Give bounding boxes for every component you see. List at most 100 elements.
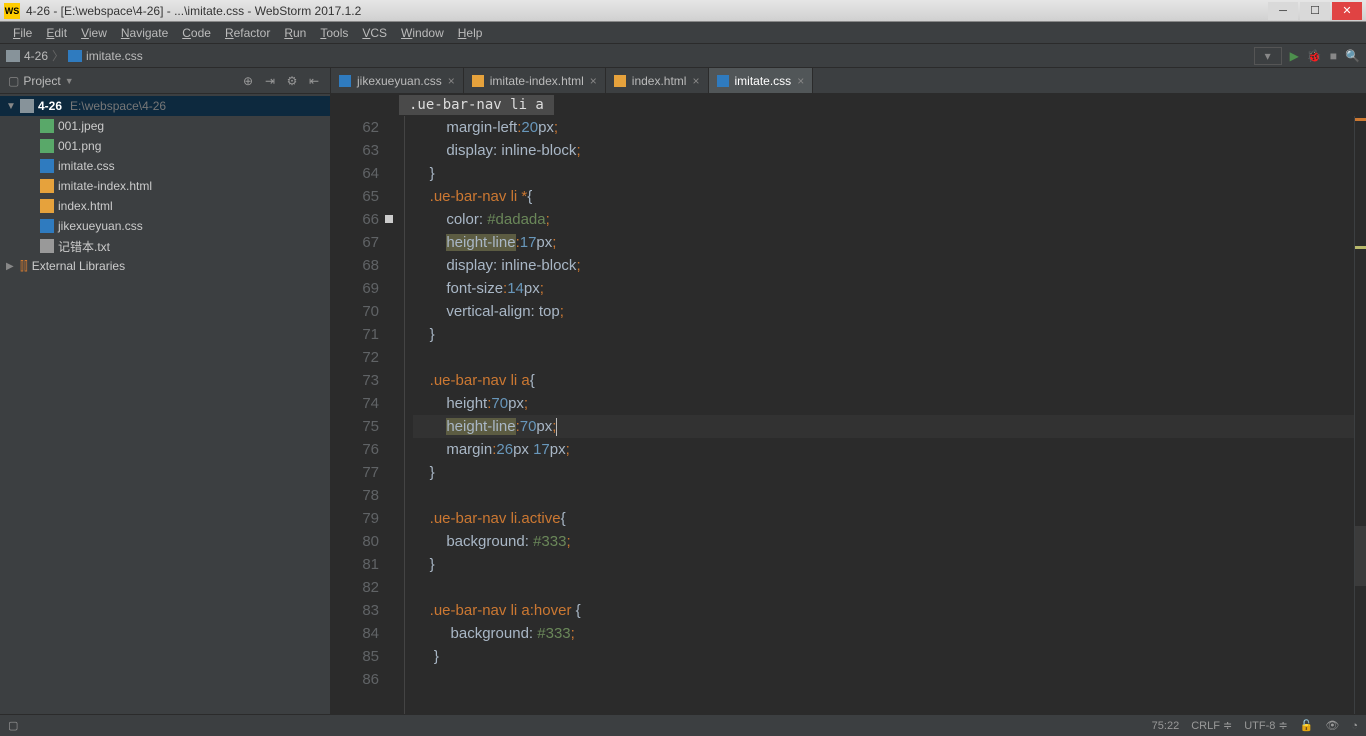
menubar: FileEditViewNavigateCodeRefactorRunTools…	[0, 22, 1366, 44]
txt-file-icon	[40, 239, 54, 253]
chevron-right-icon: 〉	[52, 47, 64, 64]
editor-tab[interactable]: index.html ×	[606, 68, 709, 93]
close-tab-icon[interactable]: ×	[692, 74, 699, 88]
img-file-icon	[40, 139, 54, 153]
menu-navigate[interactable]: Navigate	[114, 26, 175, 40]
breadcrumb: 4-26 〉 imitate.css	[6, 47, 143, 64]
external-libraries-label: External Libraries	[32, 259, 125, 273]
run-button[interactable]: ▶	[1290, 49, 1299, 63]
css-file-icon	[717, 75, 729, 87]
menu-help[interactable]: Help	[451, 26, 490, 40]
html-file-icon	[614, 75, 626, 87]
code-editor[interactable]: 6263646566676869707172737475767778798081…	[331, 116, 1366, 714]
collapse-icon[interactable]: ⇥	[262, 73, 278, 89]
minimize-button[interactable]: ─	[1268, 2, 1298, 20]
expand-arrow-icon[interactable]: ▶	[6, 261, 16, 272]
tree-root-name: 4-26	[38, 99, 62, 113]
breadcrumb-project-label: 4-26	[24, 49, 48, 63]
menu-refactor[interactable]: Refactor	[218, 26, 277, 40]
tree-file[interactable]: index.html	[0, 196, 330, 216]
expand-arrow-icon[interactable]: ▼	[6, 101, 16, 112]
css-selector-crumb[interactable]: .ue-bar-nav li a	[399, 95, 554, 115]
editor-tab[interactable]: jikexueyuan.css ×	[331, 68, 464, 93]
menu-file[interactable]: File	[6, 26, 39, 40]
menu-tools[interactable]: Tools	[313, 26, 355, 40]
tree-root[interactable]: ▼ 4-26 E:\webspace\4-26	[0, 96, 330, 116]
editor-tab[interactable]: imitate-index.html ×	[464, 68, 606, 93]
error-stripe[interactable]	[1354, 116, 1366, 714]
tree-file[interactable]: 001.jpeg	[0, 116, 330, 136]
file-name: 001.png	[58, 139, 101, 153]
chevron-down-icon[interactable]: ▼	[65, 76, 74, 86]
project-panel-header: ▢ Project ▼ ⊕ ⇥ ⚙ ⇤	[0, 68, 330, 94]
img-file-icon	[40, 119, 54, 133]
cursor-position[interactable]: 75:22	[1152, 720, 1180, 732]
inspection-icon[interactable]: 👁	[1325, 719, 1339, 732]
maximize-button[interactable]: ☐	[1300, 2, 1330, 20]
file-name: 001.jpeg	[58, 119, 104, 133]
libraries-icon: ⫿⫿	[20, 259, 28, 274]
fold-column[interactable]	[389, 116, 405, 714]
html-file-icon	[40, 199, 54, 213]
project-tree[interactable]: ▼ 4-26 E:\webspace\4-26 001.jpeg 001.png i…	[0, 94, 330, 714]
scroll-from-source-icon[interactable]: ⊕	[240, 73, 256, 89]
file-name: 记错本.txt	[58, 238, 110, 255]
menu-edit[interactable]: Edit	[39, 26, 74, 40]
code-content[interactable]: margin-left:20px; display: inline-block;…	[405, 116, 1354, 714]
tree-file[interactable]: 001.png	[0, 136, 330, 156]
breadcrumb-project[interactable]: 4-26	[6, 49, 48, 63]
tree-file[interactable]: jikexueyuan.css	[0, 216, 330, 236]
close-tab-icon[interactable]: ×	[448, 74, 455, 88]
line-number-gutter: 6263646566676869707172737475767778798081…	[331, 116, 389, 714]
window-title: 4-26 - [E:\webspace\4-26] - ...\imitate.…	[26, 4, 1268, 18]
tree-file[interactable]: imitate-index.html	[0, 176, 330, 196]
close-tab-icon[interactable]: ×	[590, 74, 597, 88]
file-encoding[interactable]: UTF-8 ≑	[1244, 719, 1287, 732]
css-file-icon	[339, 75, 351, 87]
file-name: index.html	[58, 199, 113, 213]
editor-tabs: jikexueyuan.css×imitate-index.html×index…	[331, 68, 1366, 94]
menu-code[interactable]: Code	[175, 26, 218, 40]
read-only-icon[interactable]: 🔓	[1300, 719, 1314, 732]
external-libraries[interactable]: ▶ ⫿⫿ External Libraries	[0, 256, 330, 276]
editor-tab[interactable]: imitate.css ×	[709, 68, 814, 93]
menu-vcs[interactable]: VCS	[355, 26, 394, 40]
toolbar-actions: ▾ ▶ 🐞 ■ 🔍	[1254, 47, 1360, 65]
line-separator[interactable]: CRLF ≑	[1191, 719, 1232, 732]
close-tab-icon[interactable]: ×	[797, 74, 804, 88]
tree-file[interactable]: 记错本.txt	[0, 236, 330, 256]
file-name: imitate.css	[58, 159, 115, 173]
file-name: imitate-index.html	[58, 179, 152, 193]
tree-file[interactable]: imitate.css	[0, 156, 330, 176]
status-bar: ▢ 75:22 CRLF ≑ UTF-8 ≑ 🔓 👁 ◔	[0, 714, 1366, 736]
run-config-dropdown[interactable]: ▾	[1254, 47, 1282, 65]
window-titlebar: WS 4-26 - [E:\webspace\4-26] - ...\imita…	[0, 0, 1366, 22]
gear-icon[interactable]: ⚙	[284, 73, 300, 89]
project-tool-window: ▢ Project ▼ ⊕ ⇥ ⚙ ⇤ ▼ 4-26 E:\webspace\4…	[0, 68, 331, 714]
tree-root-path: E:\webspace\4-26	[70, 99, 166, 113]
menu-view[interactable]: View	[74, 26, 114, 40]
close-button[interactable]: ✕	[1332, 2, 1362, 20]
css-file-icon	[40, 159, 54, 173]
tool-windows-icon[interactable]: ▢	[8, 720, 18, 732]
memory-icon[interactable]: ◔	[1351, 720, 1358, 732]
app-icon: WS	[4, 3, 20, 19]
css-file-icon	[68, 50, 82, 62]
menu-run[interactable]: Run	[277, 26, 313, 40]
tab-label: imitate.css	[735, 74, 792, 88]
html-file-icon	[472, 75, 484, 87]
breadcrumb-file[interactable]: imitate.css	[68, 49, 143, 63]
tab-label: index.html	[632, 74, 687, 88]
editor-area: jikexueyuan.css×imitate-index.html×index…	[331, 68, 1366, 714]
stop-button[interactable]: ■	[1330, 49, 1337, 63]
menu-window[interactable]: Window	[394, 26, 451, 40]
tab-label: imitate-index.html	[490, 74, 584, 88]
search-icon[interactable]: 🔍	[1345, 49, 1360, 63]
editor-breadcrumb: .ue-bar-nav li a	[331, 94, 1366, 116]
tab-label: jikexueyuan.css	[357, 74, 442, 88]
project-view-icon: ▢	[8, 74, 19, 88]
project-panel-title[interactable]: Project	[23, 74, 60, 88]
hide-icon[interactable]: ⇤	[306, 73, 322, 89]
navigation-bar: 4-26 〉 imitate.css ▾ ▶ 🐞 ■ 🔍	[0, 44, 1366, 68]
debug-button[interactable]: 🐞	[1307, 49, 1322, 63]
